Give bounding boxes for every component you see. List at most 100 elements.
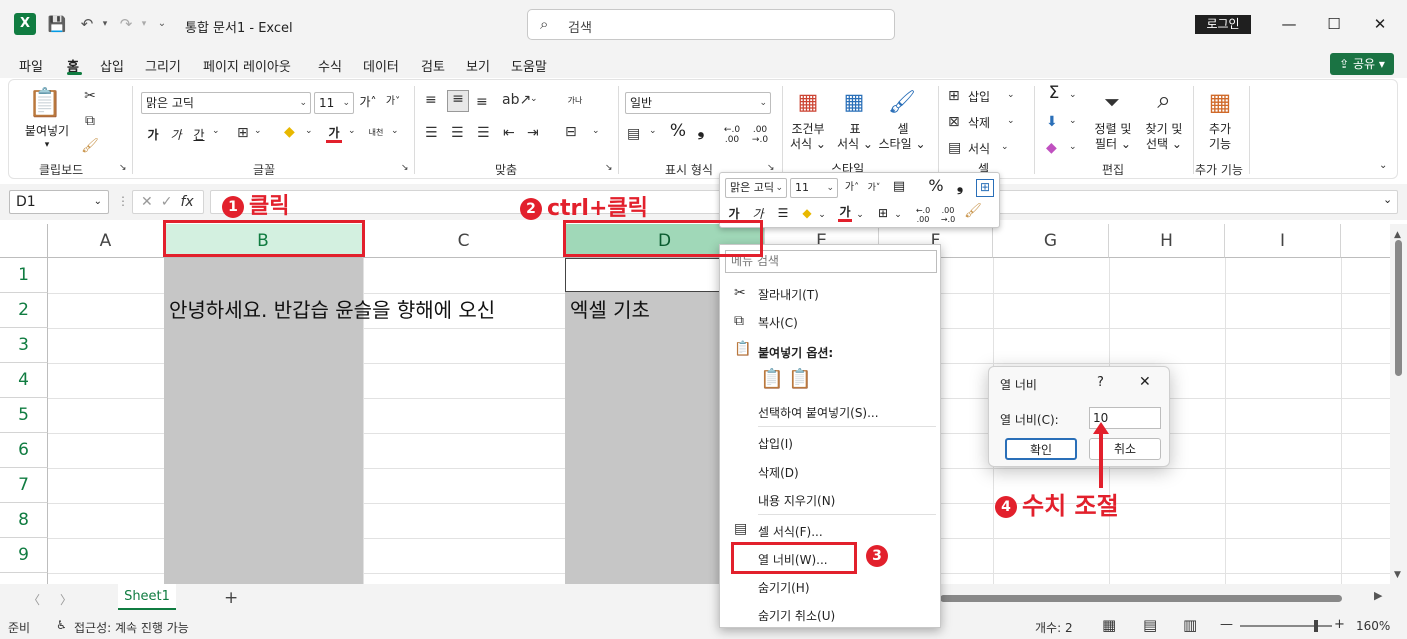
mini-align-icon[interactable]: ☰	[776, 206, 790, 220]
name-box[interactable]: D1 ⌄	[9, 190, 109, 214]
increase-font-icon[interactable]: 가˄	[359, 95, 377, 109]
tab-page-layout[interactable]: 페이지 레이아웃	[203, 56, 291, 75]
column-header-g[interactable]: G	[993, 224, 1109, 258]
format-table-label[interactable]: 표	[835, 122, 875, 136]
chevron-down-icon[interactable]: ⌄	[1007, 116, 1015, 126]
zoom-slider-thumb[interactable]	[1314, 620, 1318, 632]
copy-icon[interactable]: ⧉	[81, 113, 99, 129]
page-layout-view-icon[interactable]: ▤	[1143, 616, 1157, 634]
column-header-c[interactable]: C	[363, 224, 565, 258]
column-header-j[interactable]	[1341, 224, 1390, 258]
delete-cells-icon[interactable]: ⊠	[948, 114, 960, 130]
orientation-icon[interactable]: ab↗	[502, 92, 531, 108]
cancel-icon[interactable]: ✕	[141, 194, 161, 210]
customize-qat-icon[interactable]: ⌄	[155, 13, 169, 35]
mini-increase-font-icon[interactable]: 가˄	[844, 181, 860, 195]
decrease-indent-icon[interactable]: ⇤	[503, 125, 515, 141]
scroll-thumb[interactable]	[1395, 240, 1402, 376]
dialog-ok-button[interactable]: 확인	[1005, 438, 1077, 460]
row-header-7[interactable]: 7	[0, 468, 48, 503]
undo-dropdown-icon[interactable]: ▾	[98, 13, 112, 35]
mini-font-combo[interactable]: 맑은 고딕 ⌄	[725, 178, 787, 198]
zoom-out-icon[interactable]: —	[1220, 617, 1233, 632]
maximize-icon[interactable]: ☐	[1322, 12, 1346, 36]
find-select-icon[interactable]: ⌕	[1149, 86, 1179, 114]
addins-icon[interactable]: ▦	[1206, 88, 1234, 116]
decrease-decimal-icon[interactable]: .00 →.0	[749, 125, 771, 145]
zoom-in-icon[interactable]: +	[1334, 617, 1345, 632]
format-table-icon[interactable]: ▦	[839, 90, 869, 116]
row-header-9[interactable]: 9	[0, 538, 48, 573]
format-cells-icon[interactable]: ▤	[948, 140, 961, 156]
share-button[interactable]: ⇪ 공유 ▾	[1330, 53, 1394, 75]
menu-copy[interactable]: 복사(C)	[758, 314, 798, 331]
italic-button[interactable]: 가	[169, 128, 183, 142]
chevron-down-icon[interactable]: ⌄	[1069, 142, 1077, 152]
conditional-format-label2[interactable]: 서식 ⌄	[785, 137, 831, 151]
minimize-icon[interactable]: —	[1277, 12, 1301, 36]
sort-filter-icon[interactable]: ⏷	[1097, 90, 1127, 114]
menu-clear-contents[interactable]: 내용 지우기(N)	[758, 492, 835, 509]
tab-help[interactable]: 도움말	[511, 56, 547, 75]
conditional-format-label[interactable]: 조건부	[785, 122, 831, 136]
tab-draw[interactable]: 그리기	[145, 56, 181, 75]
scroll-right-icon[interactable]: ▶	[1374, 589, 1382, 602]
mini-decrease-decimal-icon[interactable]: .00 →.0	[938, 206, 958, 224]
row-header-2[interactable]: 2	[0, 293, 48, 328]
column-header-a[interactable]: A	[48, 224, 164, 258]
cell-styles-label2[interactable]: 스타일 ⌄	[871, 137, 933, 151]
accessibility-icon[interactable]: ♿	[56, 618, 67, 632]
chevron-down-icon[interactable]: ⌄	[305, 126, 313, 136]
search-box[interactable]: ⌕ 검색	[527, 9, 895, 40]
tab-review[interactable]: 검토	[421, 56, 445, 75]
decrease-font-icon[interactable]: 가˅	[384, 95, 402, 109]
prev-sheet-icon[interactable]: 〈	[28, 591, 40, 608]
save-icon[interactable]: 💾	[46, 13, 68, 35]
horizontal-scroll-thumb[interactable]	[940, 595, 1342, 602]
column-header-i[interactable]: I	[1225, 224, 1341, 258]
enter-icon[interactable]: ✓	[161, 194, 181, 210]
align-left-icon[interactable]: ☰	[425, 125, 438, 141]
chevron-down-icon[interactable]: ⌄	[530, 94, 538, 104]
select-all-corner[interactable]	[0, 224, 48, 258]
find-select-label2[interactable]: 선택 ⌄	[1139, 137, 1189, 151]
conditional-format-icon[interactable]: ▦	[793, 90, 823, 116]
row-header-3[interactable]: 3	[0, 328, 48, 363]
tab-insert[interactable]: 삽입	[100, 56, 124, 75]
mini-percent-button[interactable]: %	[928, 178, 944, 194]
row-header-8[interactable]: 8	[0, 503, 48, 538]
chevron-down-icon[interactable]: ⌄	[1007, 90, 1015, 100]
login-button[interactable]: 로그인	[1195, 15, 1251, 34]
row-header-5[interactable]: 5	[0, 398, 48, 433]
expand-formula-icon[interactable]: ⌄	[1383, 193, 1392, 206]
paste-icon[interactable]: 📋	[27, 86, 63, 122]
cell-styles-label[interactable]: 셀	[877, 122, 929, 136]
menu-delete[interactable]: 삭제(D)	[758, 464, 799, 481]
paste-dropdown-icon[interactable]: ▾	[37, 138, 57, 152]
cell-b2[interactable]: 안녕하세요. 반갑습 윤슬을 향해에 오신	[169, 294, 495, 323]
paste-button[interactable]: 붙여넣기	[19, 124, 75, 138]
chevron-down-icon[interactable]: ⌄	[1001, 142, 1009, 152]
align-top-icon[interactable]: ≡	[425, 92, 437, 108]
mini-increase-decimal-icon[interactable]: ←.0.00	[913, 206, 933, 224]
accessibility-status[interactable]: 접근성: 계속 진행 가능	[74, 619, 189, 636]
mini-borders-icon[interactable]: ⊞	[876, 206, 890, 220]
chevron-down-icon[interactable]: ⌄	[649, 126, 657, 136]
row-header-6[interactable]: 6	[0, 433, 48, 468]
chevron-down-icon[interactable]: ⌄	[818, 208, 826, 222]
dialog-close-button[interactable]: ✕	[1139, 374, 1151, 390]
mini-comma-button[interactable]: ❟	[954, 178, 966, 194]
chevron-down-icon[interactable]: ⌄	[212, 126, 220, 136]
wrap-text-button[interactable]: 가나	[565, 94, 585, 108]
paste-icon[interactable]: 📋	[788, 367, 812, 390]
menu-hide[interactable]: 숨기기(H)	[758, 579, 810, 596]
cell-styles-icon[interactable]: 🖌	[887, 90, 917, 116]
mini-accounting-icon[interactable]: ▤	[890, 180, 908, 194]
chevron-down-icon[interactable]: ⌄	[348, 126, 356, 136]
chevron-down-icon[interactable]: ⌄	[856, 208, 864, 222]
mini-size-combo[interactable]: 11 ⌄	[790, 178, 838, 198]
chevron-down-icon[interactable]: ⌄	[254, 126, 262, 136]
zoom-level[interactable]: 160%	[1356, 619, 1390, 633]
mini-italic-button[interactable]: 가	[752, 207, 764, 221]
more-options-icon[interactable]: ⋮	[117, 194, 129, 208]
